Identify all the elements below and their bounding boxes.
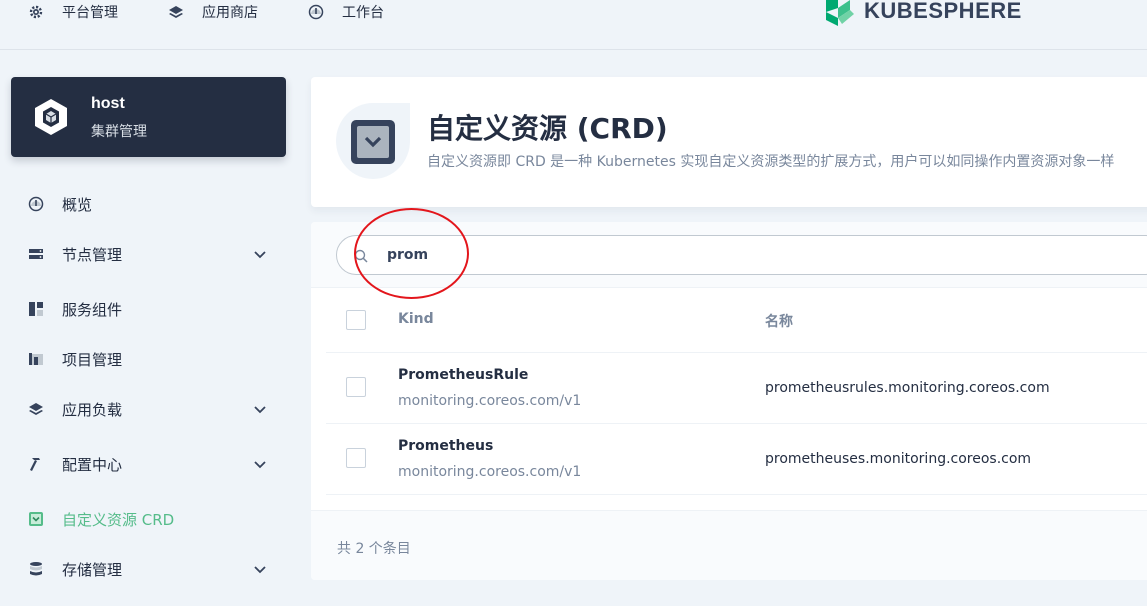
cluster-icon — [35, 99, 67, 135]
topnav-label: 应用商店 — [202, 5, 258, 21]
components-icon — [29, 302, 43, 316]
sidebar-item-label: 应用负载 — [62, 400, 123, 419]
cluster-subtitle: 集群管理 — [91, 124, 147, 140]
table-row[interactable]: PrometheusRule monitoring.coreos.com/v1 … — [326, 353, 1147, 424]
sidebar-item-projects[interactable]: 项目管理 — [28, 347, 278, 371]
sidebar-item-label: 存储管理 — [62, 560, 123, 579]
hammer-icon — [30, 458, 40, 471]
chevron-down-icon[interactable] — [252, 401, 268, 417]
crd-name: prometheusrules.monitoring.coreos.com — [765, 380, 1050, 396]
row-checkbox[interactable] — [346, 377, 366, 397]
topnav-label: 工作台 — [342, 5, 384, 21]
cluster-card[interactable]: host 集群管理 — [11, 77, 286, 157]
page-header: 自定义资源 (CRD) 自定义资源即 CRD 是一种 Kubernetes 实现… — [311, 77, 1147, 207]
total-count: 共 2 个条目 — [337, 541, 411, 557]
sidebar-item-overview[interactable]: 概览 — [28, 192, 278, 216]
database-icon — [30, 562, 42, 576]
topnav-workbench[interactable]: 工作台 — [308, 2, 384, 22]
sidebar-item-label: 配置中心 — [62, 455, 123, 474]
gear-icon — [29, 5, 43, 19]
top-navbar: 平台管理 应用商店 工作台 KUBESPHERE — [0, 0, 1147, 50]
layers-icon — [29, 403, 43, 415]
dashboard-icon — [308, 4, 324, 20]
crd-name: prometheuses.monitoring.coreos.com — [765, 451, 1032, 467]
brand-name: KUBESPHERE — [864, 0, 1022, 23]
table-toolbar — [311, 222, 1147, 288]
chevron-down-icon[interactable] — [252, 246, 268, 262]
table-footer: 共 2 个条目 — [311, 510, 1147, 580]
select-all-checkbox[interactable] — [346, 310, 366, 330]
crd-group-version: monitoring.coreos.com/v1 — [398, 464, 582, 480]
table-header: Kind 名称 — [326, 288, 1147, 353]
search-icon — [354, 249, 368, 263]
page-icon-container — [336, 103, 410, 179]
sidebar-item-workloads[interactable]: 应用负载 — [28, 397, 278, 421]
table-row[interactable]: Prometheus monitoring.coreos.com/v1 prom… — [326, 424, 1147, 495]
topnav-app-store[interactable]: 应用商店 — [168, 2, 258, 22]
dashboard-icon — [28, 196, 44, 212]
chevron-down-icon[interactable] — [252, 456, 268, 472]
kubesphere-logo[interactable]: KUBESPHERE — [824, 0, 1022, 26]
page-description: 自定义资源即 CRD 是一种 Kubernetes 实现自定义资源类型的扩展方式… — [427, 154, 1115, 170]
search-bar[interactable] — [336, 235, 1147, 275]
server-icon — [29, 249, 43, 259]
layers-icon — [169, 6, 183, 18]
sidebar-item-label: 节点管理 — [62, 245, 123, 264]
crd-icon — [351, 120, 395, 164]
sidebar-item-label: 项目管理 — [62, 350, 123, 369]
chevron-down-icon[interactable] — [252, 561, 268, 577]
topnav-label: 平台管理 — [62, 5, 118, 21]
kubesphere-logo-icon — [826, 0, 854, 26]
topnav-platform-admin[interactable]: 平台管理 — [28, 2, 118, 22]
sidebar-item-label: 服务组件 — [62, 300, 123, 319]
sidebar-item-storage[interactable]: 存储管理 — [28, 557, 278, 581]
sidebar-item-config-center[interactable]: 配置中心 — [28, 452, 278, 476]
crd-table-card: Kind 名称 PrometheusRule monitoring.coreos… — [311, 222, 1147, 580]
column-header-kind[interactable]: Kind — [398, 311, 434, 327]
crd-kind-link[interactable]: Prometheus — [398, 438, 493, 454]
crd-icon — [29, 512, 43, 526]
crd-group-version: monitoring.coreos.com/v1 — [398, 393, 582, 409]
page-title: 自定义资源 (CRD) — [427, 112, 668, 145]
sidebar-item-crd[interactable]: 自定义资源 CRD — [28, 507, 278, 531]
cluster-name: host — [91, 95, 125, 112]
column-header-name[interactable]: 名称 — [765, 311, 793, 331]
crd-kind-link[interactable]: PrometheusRule — [398, 367, 528, 383]
sidebar-item-nodes[interactable]: 节点管理 — [28, 242, 278, 266]
search-input[interactable] — [387, 244, 987, 266]
sidebar-item-label: 概览 — [62, 195, 93, 214]
project-icon — [29, 353, 43, 365]
sidebar-item-components[interactable]: 服务组件 — [28, 297, 278, 321]
sidebar-item-label: 自定义资源 CRD — [62, 510, 175, 529]
row-checkbox[interactable] — [346, 448, 366, 468]
